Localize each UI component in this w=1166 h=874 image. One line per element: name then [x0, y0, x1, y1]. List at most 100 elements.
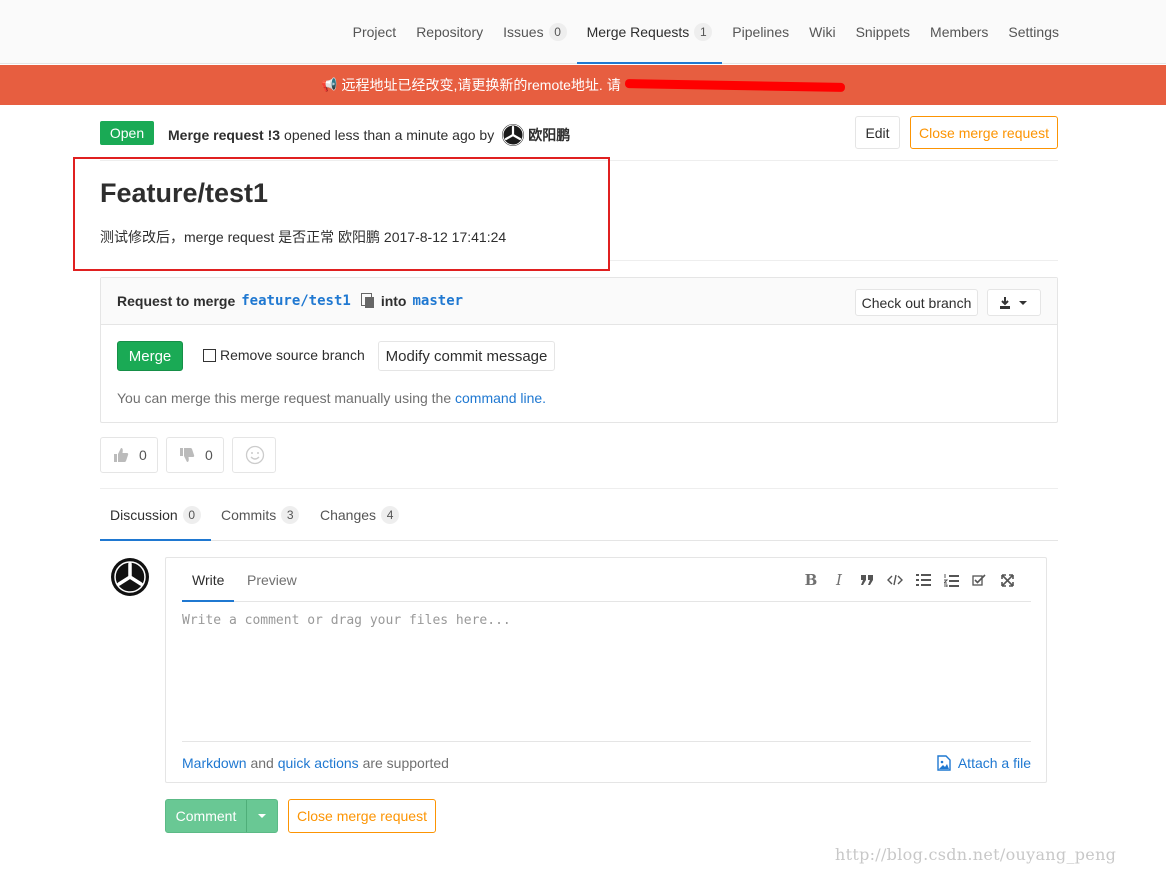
add-reaction-button[interactable]	[232, 437, 276, 473]
status-badge: Open	[100, 121, 154, 145]
avatar-logo-icon	[112, 559, 148, 595]
nav-tabs: Project Repository Issues 0 Merge Request…	[343, 0, 1069, 64]
megaphone-icon: 📢	[321, 77, 338, 92]
numbered-list-icon[interactable]	[937, 571, 965, 589]
mr-meta: Merge request !3 opened less than a minu…	[168, 124, 570, 146]
nav-tab-label: Issues	[503, 24, 544, 40]
comment-split-button: Comment	[165, 799, 278, 833]
target-branch[interactable]: master	[412, 293, 463, 309]
nav-tab-pipelines[interactable]: Pipelines	[722, 0, 799, 64]
comment-type-dropdown[interactable]	[247, 800, 277, 832]
broadcast-banner: 📢 远程地址已经改变,请更换新的remote地址. 请	[0, 65, 1166, 105]
download-dropdown-button[interactable]	[987, 289, 1041, 316]
nav-tab-label: Snippets	[855, 24, 911, 40]
tab-changes[interactable]: Changes 4	[310, 489, 409, 540]
supported-text: are supported	[362, 754, 449, 771]
smiley-icon	[245, 445, 265, 465]
thumbs-down-icon	[180, 448, 195, 462]
tab-count-badge: 0	[182, 505, 201, 524]
source-branch[interactable]: feature/test1	[241, 293, 351, 309]
redaction-mark	[624, 78, 845, 92]
tab-count-badge: 3	[281, 505, 300, 524]
nav-tab-label: Members	[930, 24, 989, 40]
attach-file-label: Attach a file	[957, 754, 1031, 771]
thumbs-down-count: 0	[205, 447, 213, 463]
quick-actions-link[interactable]: quick actions	[278, 755, 359, 771]
author-name[interactable]: 欧阳鹏	[528, 125, 570, 145]
nav-tab-wiki[interactable]: Wiki	[799, 0, 845, 64]
project-nav: Project Repository Issues 0 Merge Request…	[0, 0, 1166, 64]
image-file-icon	[937, 754, 951, 771]
markdown-link[interactable]: Markdown	[182, 755, 247, 771]
merge-button[interactable]: Merge	[117, 341, 183, 371]
bullet-list-icon[interactable]	[909, 571, 937, 589]
nav-tab-label: Merge Requests	[586, 24, 690, 40]
mr-opened-text: opened less than a minute ago by	[284, 127, 495, 143]
watermark: http://blog.csdn.net/ouyang_peng	[835, 845, 1117, 864]
nav-tab-repository[interactable]: Repository	[406, 0, 493, 64]
annotation-box	[73, 157, 610, 271]
write-tab[interactable]: Write	[182, 558, 235, 602]
modify-commit-message-button[interactable]: Modify commit message	[378, 341, 555, 371]
user-avatar[interactable]	[111, 558, 149, 596]
comment-textarea[interactable]	[182, 613, 1031, 733]
nav-tab-issues[interactable]: Issues 0	[493, 0, 576, 64]
comment-editor: Write Preview B I Write a comment or dra…	[165, 557, 1047, 783]
nav-tab-merge-requests[interactable]: Merge Requests 1	[576, 0, 723, 64]
mr-count-badge: 1	[694, 23, 713, 41]
nav-tab-project[interactable]: Project	[343, 0, 407, 64]
thumbs-up-icon	[114, 448, 129, 462]
nav-tab-label: Wiki	[809, 24, 836, 40]
close-mr-button[interactable]: Close merge request	[910, 116, 1058, 149]
tab-label: Commits	[221, 506, 277, 523]
nav-tab-snippets[interactable]: Snippets	[846, 0, 920, 64]
attach-file-button[interactable]: Attach a file	[936, 755, 1031, 771]
merge-widget: Request to merge feature/test1 into mast…	[100, 277, 1058, 423]
mr-reference: Merge request !3	[168, 127, 281, 143]
comment-button[interactable]: Comment	[166, 800, 247, 832]
nav-tab-label: Settings	[1008, 24, 1059, 40]
edit-button[interactable]: Edit	[855, 116, 900, 149]
code-icon[interactable]	[881, 571, 909, 589]
merge-widget-body: Merge Remove source branch Modify commit…	[101, 325, 1057, 423]
tab-commits[interactable]: Commits 3	[211, 489, 309, 540]
nav-tab-members[interactable]: Members	[920, 0, 998, 64]
caret-down-icon	[258, 814, 266, 818]
and-text: and	[250, 754, 274, 771]
markdown-toolbar: B I	[797, 571, 1021, 589]
remove-source-label: Remove source branch	[220, 347, 365, 363]
tab-count-badge: 4	[381, 505, 400, 524]
checkout-branch-button[interactable]: Check out branch	[855, 289, 978, 316]
nav-tab-label: Repository	[416, 24, 484, 40]
quote-icon[interactable]	[853, 571, 881, 589]
into-label: into	[380, 293, 407, 309]
thumbs-up-button[interactable]: 0	[100, 437, 158, 473]
manual-merge-hint: You can merge this merge request manuall…	[117, 390, 546, 406]
italic-icon[interactable]: I	[825, 571, 853, 589]
avatar-logo-icon	[502, 124, 524, 146]
remove-source-branch-checkbox[interactable]: Remove source branch	[203, 347, 365, 363]
mr-tabs: Discussion 0 Commits 3 Changes 4	[100, 489, 1058, 541]
preview-tab[interactable]: Preview	[237, 558, 307, 601]
merge-widget-header: Request to merge feature/test1 into mast…	[101, 278, 1057, 325]
fullscreen-icon[interactable]	[993, 571, 1021, 589]
markdown-hint: Markdown and quick actions are supported	[182, 755, 449, 771]
command-line-link[interactable]: command line.	[455, 390, 546, 406]
divider	[610, 260, 1058, 261]
editor-footer: Markdown and quick actions are supported…	[182, 741, 1031, 783]
thumbs-down-button[interactable]: 0	[166, 437, 224, 473]
merge-request-line: Request to merge feature/test1 into mast…	[117, 293, 469, 309]
issues-count-badge: 0	[548, 23, 567, 41]
task-list-icon[interactable]	[965, 571, 993, 589]
nav-tab-label: Project	[352, 24, 397, 40]
copy-icon[interactable]	[360, 293, 375, 309]
request-label: Request to merge	[117, 293, 236, 309]
nav-tab-label: Pipelines	[732, 24, 790, 40]
checkbox-box[interactable]	[203, 348, 216, 362]
bold-icon[interactable]: B	[797, 571, 825, 589]
nav-tab-settings[interactable]: Settings	[998, 0, 1069, 64]
close-mr-button-bottom[interactable]: Close merge request	[288, 799, 436, 833]
tab-label: Discussion	[110, 506, 178, 523]
tab-discussion[interactable]: Discussion 0	[100, 489, 211, 541]
author-avatar[interactable]	[502, 124, 525, 146]
